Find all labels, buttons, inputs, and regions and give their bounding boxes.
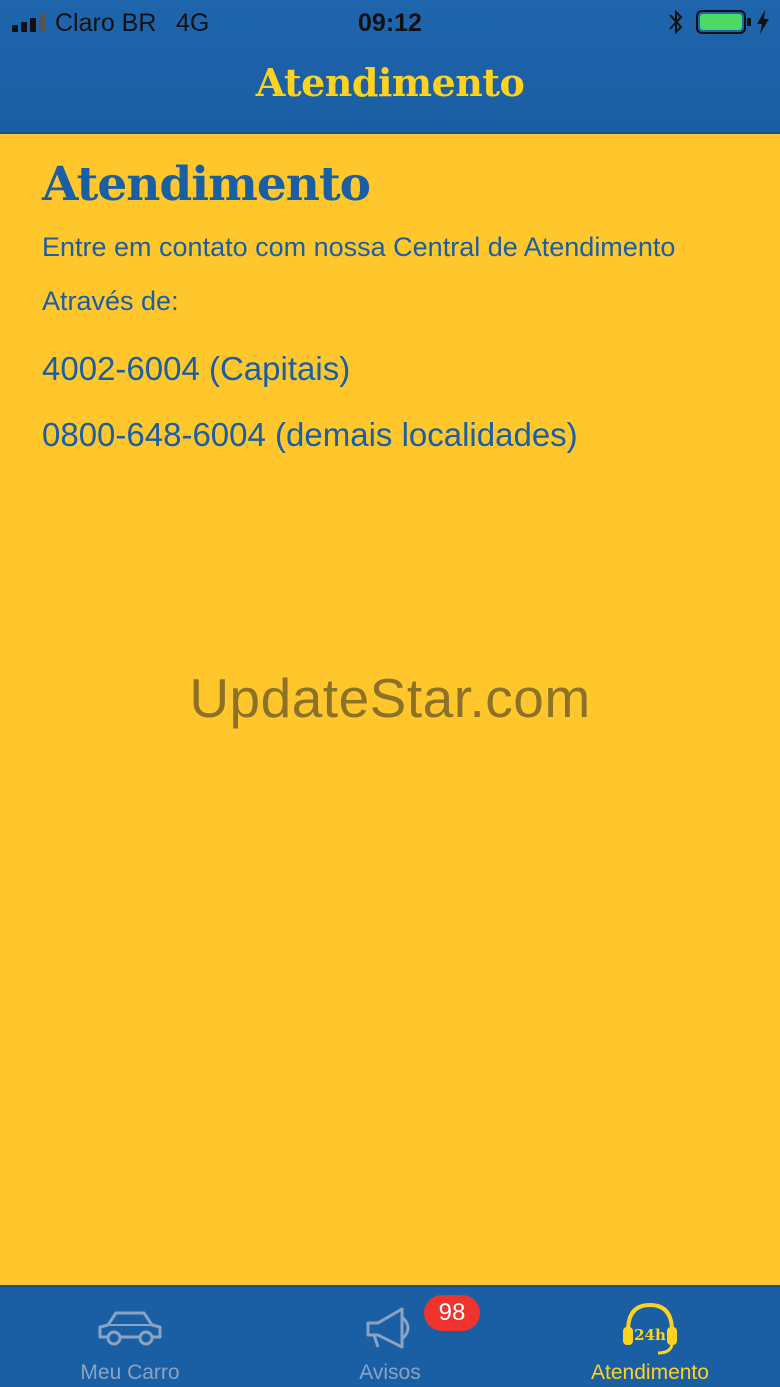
tab-meu-carro[interactable]: Meu Carro <box>0 1287 260 1387</box>
notification-badge: 98 <box>424 1295 480 1331</box>
tab-bar: Meu Carro Avisos 24h Atendimento 98 <box>0 1285 780 1387</box>
bluetooth-icon <box>669 9 683 35</box>
top-bar: Claro BR 4G 09:12 Atendimento <box>0 0 780 134</box>
charging-icon <box>757 10 769 34</box>
headset-24h-icon: 24h <box>623 1302 677 1355</box>
status-time: 09:12 <box>358 9 422 37</box>
intro-text: Entre em contato com nossa Central de At… <box>42 232 676 262</box>
nav-title: Atendimento <box>255 60 525 105</box>
tab-label-atendimento: Atendimento <box>591 1361 709 1384</box>
phone-capitais-link[interactable]: 4002-6004 (Capitais) <box>42 336 762 402</box>
through-label: Através de: <box>42 286 179 316</box>
svg-text:24h: 24h <box>634 1326 666 1344</box>
tab-avisos[interactable]: Avisos <box>260 1287 520 1387</box>
page-title: Atendimento <box>42 157 371 212</box>
phone-demais-link[interactable]: 0800-648-6004 (demais localidades) <box>42 402 762 468</box>
status-bar: Claro BR 4G 09:12 <box>0 0 780 44</box>
car-icon <box>98 1311 162 1346</box>
megaphone-icon <box>366 1307 410 1349</box>
tab-label-meu-carro: Meu Carro <box>80 1361 180 1384</box>
battery-icon <box>696 10 751 34</box>
watermark: UpdateStar.com <box>189 667 591 729</box>
tab-label-avisos: Avisos <box>359 1361 421 1384</box>
main-content: Atendimento Entre em contato com nossa C… <box>42 150 762 468</box>
tab-atendimento[interactable]: 24h Atendimento <box>520 1287 780 1387</box>
